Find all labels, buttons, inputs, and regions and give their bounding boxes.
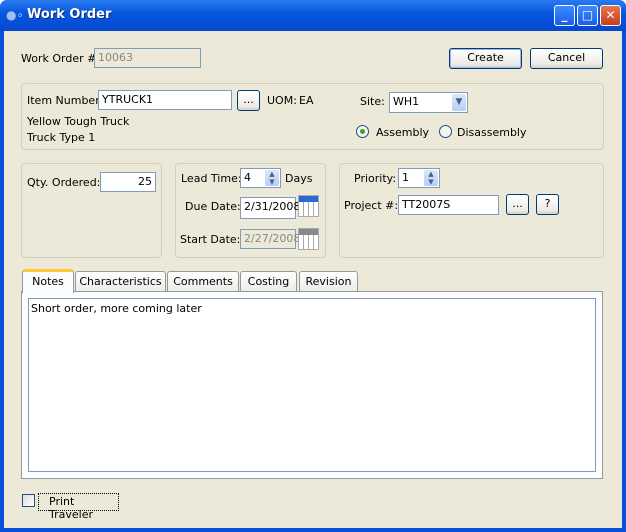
- work-order-number-field[interactable]: 10063: [94, 48, 201, 68]
- priority-spinner[interactable]: 1 ▲ ▼: [398, 168, 440, 188]
- chevron-down-icon: ▼: [452, 94, 466, 111]
- project-input[interactable]: TT2007S: [398, 195, 499, 215]
- notes-textarea[interactable]: Short order, more coming later: [28, 298, 596, 472]
- spin-arrows-icon[interactable]: ▲ ▼: [424, 170, 438, 186]
- work-order-window: ●∘ Work Order _ □ ✕ Work Order #: 10063 …: [0, 0, 626, 532]
- lead-time-value: 4: [244, 171, 251, 184]
- item-description-2: Truck Type 1: [27, 131, 96, 144]
- create-button[interactable]: Create: [449, 48, 522, 69]
- work-order-label: Work Order #:: [21, 52, 101, 65]
- priority-label: Priority:: [354, 172, 397, 185]
- qty-ordered-input[interactable]: 25: [100, 172, 156, 192]
- tab-costing[interactable]: Costing: [240, 271, 297, 292]
- item-lookup-button[interactable]: ...: [237, 90, 260, 111]
- window-title: Work Order: [27, 7, 112, 22]
- print-traveler-label[interactable]: Print Traveler: [49, 495, 93, 521]
- item-number-input[interactable]: YTRUCK1: [98, 90, 232, 110]
- uom-label: UOM:: [267, 94, 297, 107]
- tab-notes[interactable]: Notes: [22, 269, 74, 293]
- due-date-label: Due Date:: [185, 200, 241, 213]
- qty-ordered-label: Qty. Ordered:: [27, 176, 101, 189]
- tab-characteristics[interactable]: Characteristics: [75, 271, 166, 292]
- project-lookup-button[interactable]: ...: [506, 194, 529, 215]
- project-help-button[interactable]: ?: [536, 194, 559, 215]
- start-date-input: 2/27/2008: [240, 229, 300, 249]
- maximize-button[interactable]: □: [577, 5, 598, 26]
- app-icon: ●∘: [6, 8, 24, 22]
- due-date-input[interactable]: 2/31/2008: [240, 197, 300, 219]
- item-number-label: Item Number:: [27, 94, 104, 107]
- priority-value: 1: [402, 171, 409, 184]
- start-date-label: Start Date:: [180, 233, 241, 246]
- lead-time-spinner[interactable]: 4 ▲ ▼: [240, 168, 281, 188]
- project-label: Project #:: [344, 199, 399, 212]
- cancel-button[interactable]: Cancel: [530, 48, 603, 69]
- notes-text: Short order, more coming later: [31, 302, 202, 315]
- assembly-label[interactable]: Assembly: [376, 126, 429, 139]
- calendar-icon[interactable]: [298, 195, 319, 217]
- item-description-1: Yellow Tough Truck: [27, 115, 130, 128]
- tab-comments[interactable]: Comments: [167, 271, 239, 292]
- disassembly-label[interactable]: Disassembly: [457, 126, 527, 139]
- site-label: Site:: [360, 95, 385, 108]
- days-label: Days: [285, 172, 313, 185]
- print-traveler-checkbox[interactable]: [22, 494, 35, 507]
- site-select[interactable]: WH1 ▼: [389, 92, 468, 113]
- assembly-radio[interactable]: [356, 125, 369, 138]
- spin-arrows-icon[interactable]: ▲ ▼: [265, 170, 279, 186]
- site-value: WH1: [393, 95, 420, 108]
- print-traveler-label-box[interactable]: Print Traveler: [38, 493, 119, 521]
- title-bar[interactable]: ●∘ Work Order _ □ ✕: [0, 0, 626, 31]
- calendar-icon-disabled: [298, 228, 319, 250]
- client-area: Work Order #: 10063 Create Cancel Item N…: [4, 31, 622, 528]
- close-button[interactable]: ✕: [600, 5, 621, 26]
- tab-revision[interactable]: Revision: [299, 271, 358, 292]
- lead-time-label: Lead Time:: [181, 172, 242, 185]
- uom-value: EA: [299, 94, 314, 107]
- disassembly-radio[interactable]: [439, 125, 452, 138]
- minimize-button[interactable]: _: [554, 5, 575, 26]
